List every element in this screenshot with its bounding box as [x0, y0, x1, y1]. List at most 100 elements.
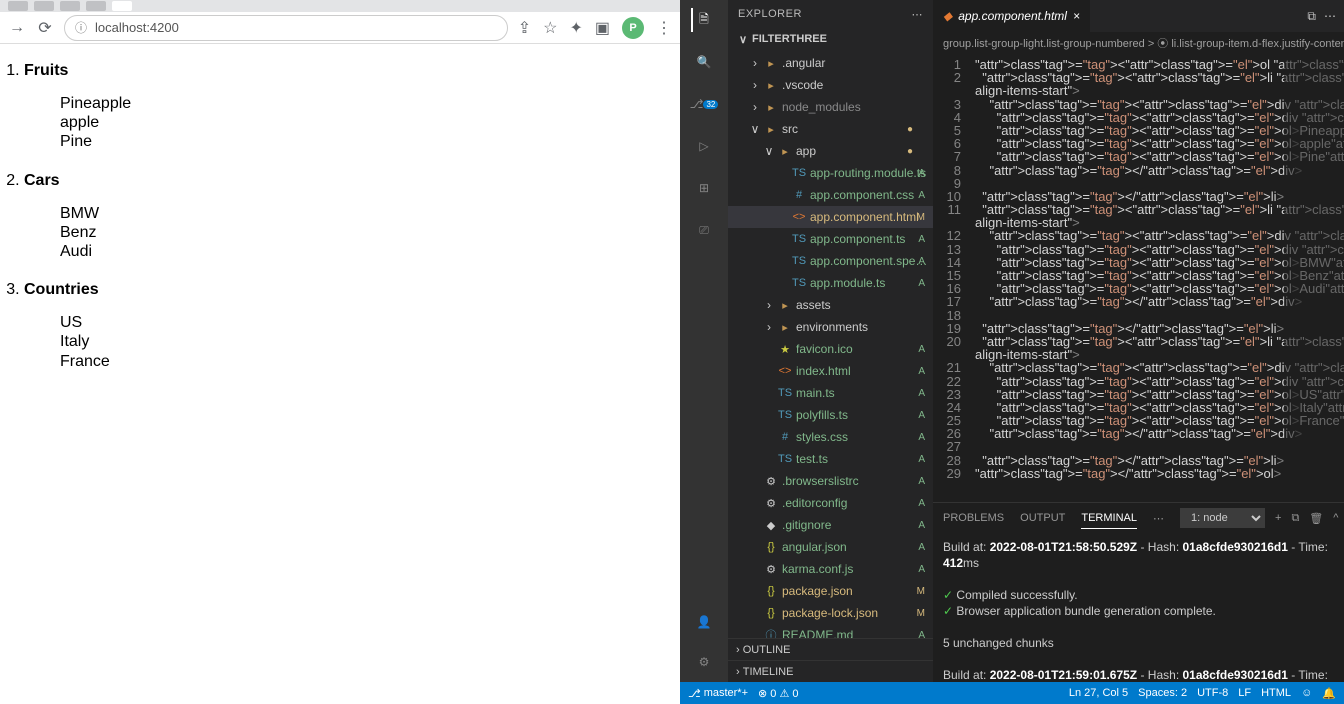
- folder-item[interactable]: ›▸.angular: [728, 52, 933, 74]
- bottom-panel: PROBLEMS OUTPUT TERMINAL ⋯ 1: node + ⧉ 🗑…: [933, 502, 1344, 682]
- list-item: US: [60, 313, 676, 332]
- browser-pane: → ⟳ ⓘ localhost:4200 ⇪ ☆ ✦ ▣ P ⋮ FruitsP…: [0, 0, 680, 704]
- split-terminal-icon[interactable]: ⧉: [1291, 512, 1299, 525]
- outline-section[interactable]: › OUTLINE: [728, 638, 933, 660]
- panel-tabs: PROBLEMS OUTPUT TERMINAL ⋯ 1: node + ⧉ 🗑…: [933, 503, 1344, 533]
- list-item: Benz: [60, 223, 676, 242]
- tab-terminal[interactable]: TERMINAL: [1081, 508, 1137, 529]
- more-icon[interactable]: ⋯: [1324, 9, 1336, 23]
- list-item: BMW: [60, 204, 676, 223]
- extensions-icon[interactable]: ⊞: [692, 176, 716, 200]
- browser-actions: ⇪ ☆ ✦ ▣ P ⋮: [518, 17, 672, 39]
- forward-icon[interactable]: →: [8, 19, 26, 37]
- file-item[interactable]: TSpolyfills.tsA: [728, 404, 933, 426]
- browser-tab[interactable]: [86, 1, 106, 11]
- reload-icon[interactable]: ⟳: [36, 19, 54, 37]
- minimap[interactable]: [1284, 54, 1344, 502]
- tab-problems[interactable]: PROBLEMS: [943, 508, 1004, 528]
- editor-tab-active[interactable]: ◆ app.component.html ×: [933, 0, 1091, 32]
- profile-avatar[interactable]: P: [622, 17, 644, 39]
- file-item[interactable]: {}package.jsonM: [728, 580, 933, 602]
- list-item: Pineapple: [60, 94, 676, 113]
- browser-tab[interactable]: [34, 1, 54, 11]
- share-icon[interactable]: ⇪: [518, 18, 531, 38]
- settings-icon[interactable]: ⚙: [692, 650, 716, 674]
- more-icon[interactable]: ⋯: [912, 8, 924, 21]
- browser-tab[interactable]: [8, 1, 28, 11]
- terminal-select[interactable]: 1: node: [1180, 508, 1265, 528]
- tab-more[interactable]: ⋯: [1153, 508, 1164, 529]
- url-text: localhost:4200: [95, 20, 179, 35]
- file-item[interactable]: <>app.component.htmlM: [728, 206, 933, 228]
- cursor-position[interactable]: Ln 27, Col 5: [1069, 687, 1128, 699]
- eol-indicator[interactable]: LF: [1238, 687, 1251, 699]
- encoding-indicator[interactable]: UTF-8: [1197, 687, 1228, 699]
- file-item[interactable]: ⚙.browserslistrcA: [728, 470, 933, 492]
- address-bar[interactable]: ⓘ localhost:4200: [64, 15, 508, 41]
- folder-item[interactable]: ∨▸src●: [728, 118, 933, 140]
- browser-tab[interactable]: [60, 1, 80, 11]
- folder-item[interactable]: ›▸environments: [728, 316, 933, 338]
- file-item[interactable]: ⚙.editorconfigA: [728, 492, 933, 514]
- folder-item[interactable]: ›▸assets: [728, 294, 933, 316]
- file-item[interactable]: TSapp.component.tsA: [728, 228, 933, 250]
- explorer-sidebar: EXPLORER ⋯ ∨FILTERTHREE ›▸.angular›▸.vsc…: [728, 0, 933, 682]
- split-icon[interactable]: ⧉: [1307, 9, 1316, 24]
- timeline-section[interactable]: › TIMELINE: [728, 660, 933, 682]
- close-icon[interactable]: ×: [1073, 9, 1080, 23]
- file-item[interactable]: TSapp.component.spec.tsA: [728, 250, 933, 272]
- kill-terminal-icon[interactable]: 🗑: [1309, 512, 1323, 525]
- project-root[interactable]: ∨FILTERTHREE: [728, 28, 933, 50]
- file-item[interactable]: ★favicon.icoA: [728, 338, 933, 360]
- list-item: apple: [60, 113, 676, 132]
- list-item: Italy: [60, 332, 676, 351]
- new-terminal-icon[interactable]: +: [1275, 512, 1281, 524]
- debug-icon[interactable]: ▷: [692, 134, 716, 158]
- menu-icon[interactable]: ⋮: [656, 18, 672, 38]
- panel-icon[interactable]: ▣: [595, 18, 610, 38]
- browser-tab-active[interactable]: [112, 1, 132, 11]
- file-item[interactable]: TSapp-routing.module.tsA: [728, 162, 933, 184]
- file-item[interactable]: {}angular.jsonA: [728, 536, 933, 558]
- search-icon[interactable]: 🔍: [692, 50, 716, 74]
- terminal-output[interactable]: Build at: 2022-08-01T21:58:50.529Z - Has…: [933, 533, 1344, 682]
- tab-label: app.component.html: [958, 9, 1067, 23]
- file-item[interactable]: TSapp.module.tsA: [728, 272, 933, 294]
- explorer-header: EXPLORER ⋯: [728, 0, 933, 28]
- browser-viewport: FruitsPineappleapplePineCarsBMWBenzAudiC…: [0, 44, 680, 704]
- explorer-icon[interactable]: 🗎: [691, 8, 715, 32]
- remote-icon[interactable]: ⎚: [692, 218, 716, 242]
- vscode-pane: 🗎 🔍 ⎇32 ▷ ⊞ ⎚ 👤 ⚙ EXPLORER ⋯ ∨FILTERTHRE…: [680, 0, 1344, 704]
- code-editor[interactable]: 1234567891011121314151617181920212223242…: [933, 54, 1344, 502]
- file-item[interactable]: ⓘREADME.mdA: [728, 624, 933, 638]
- file-item[interactable]: ◆.gitignoreA: [728, 514, 933, 536]
- indent-indicator[interactable]: Spaces: 2: [1138, 687, 1187, 699]
- folder-item[interactable]: ›▸node_modules: [728, 96, 933, 118]
- problems-indicator[interactable]: ⊗ 0 ⚠ 0: [758, 687, 798, 700]
- file-item[interactable]: ⚙karma.conf.jsA: [728, 558, 933, 580]
- extensions-icon[interactable]: ✦: [569, 18, 582, 38]
- tab-output[interactable]: OUTPUT: [1020, 508, 1065, 528]
- folder-item[interactable]: ∨▸app●: [728, 140, 933, 162]
- file-item[interactable]: <>index.htmlA: [728, 360, 933, 382]
- bell-icon[interactable]: 🔔: [1322, 687, 1336, 700]
- folder-item[interactable]: ›▸.vscode: [728, 74, 933, 96]
- file-item[interactable]: TStest.tsA: [728, 448, 933, 470]
- language-indicator[interactable]: HTML: [1261, 687, 1291, 699]
- file-item[interactable]: {}package-lock.jsonM: [728, 602, 933, 624]
- feedback-icon[interactable]: ☺: [1301, 687, 1312, 699]
- editor-area: ◆ app.component.html × ⧉ ⋯ group.list-gr…: [933, 0, 1344, 682]
- browser-tab-strip: [0, 0, 680, 12]
- branch-indicator[interactable]: ⎇ master*+: [688, 687, 748, 700]
- maximize-icon[interactable]: ^: [1333, 512, 1338, 524]
- editor-tabs: ◆ app.component.html × ⧉ ⋯: [933, 0, 1344, 32]
- breadcrumb[interactable]: group.list-group-light.list-group-number…: [933, 32, 1344, 54]
- explorer-title: EXPLORER: [738, 8, 802, 20]
- browser-toolbar: → ⟳ ⓘ localhost:4200 ⇪ ☆ ✦ ▣ P ⋮: [0, 12, 680, 44]
- account-icon[interactable]: 👤: [692, 610, 716, 634]
- source-control-icon[interactable]: ⎇32: [692, 92, 716, 116]
- file-item[interactable]: TSmain.tsA: [728, 382, 933, 404]
- file-item[interactable]: #styles.cssA: [728, 426, 933, 448]
- file-item[interactable]: #app.component.cssA: [728, 184, 933, 206]
- bookmark-icon[interactable]: ☆: [543, 18, 557, 38]
